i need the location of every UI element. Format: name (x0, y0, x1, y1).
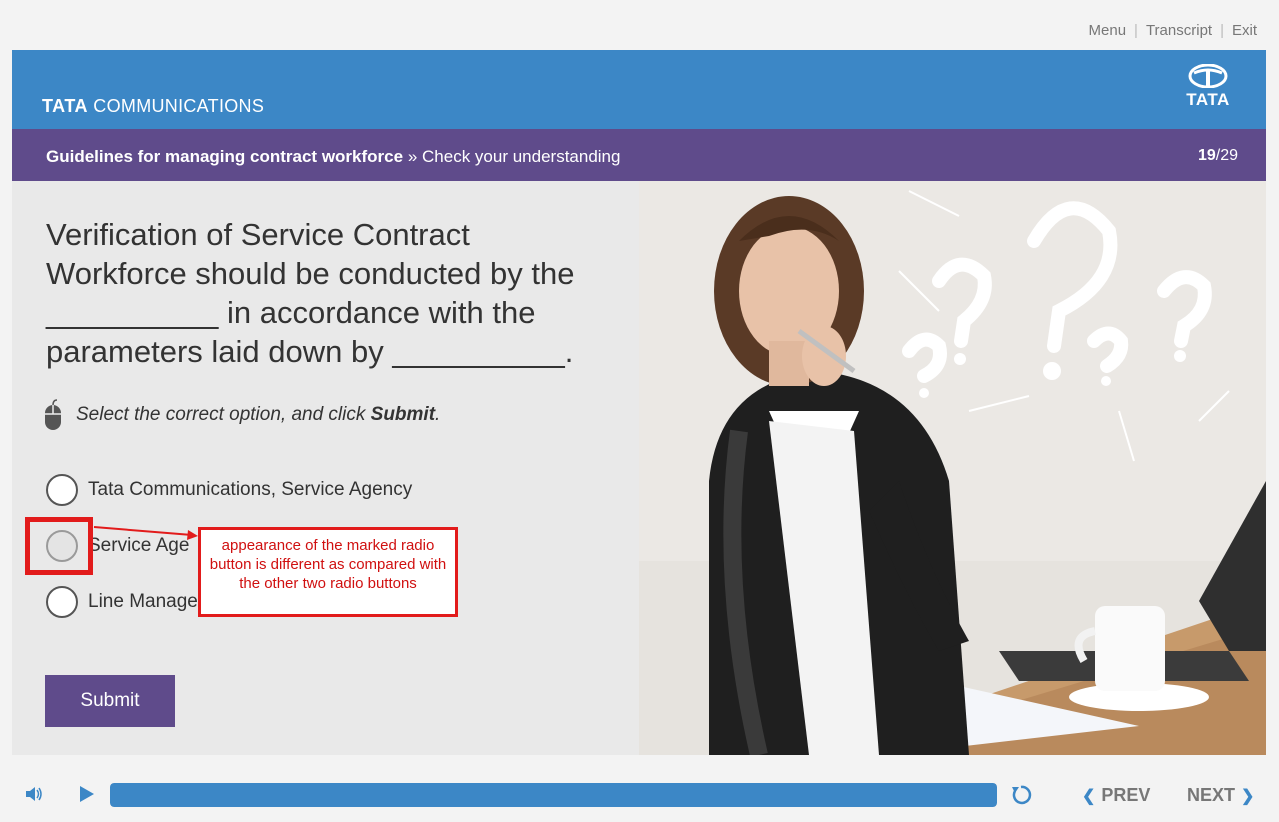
course-header: TATA COMMUNICATIONS TATA (12, 50, 1266, 129)
prev-label: PREV (1101, 785, 1151, 805)
question-panel: Verification of Service Contract Workfor… (12, 181, 639, 755)
breadcrumb-bar: Guidelines for managing contract workfor… (12, 129, 1266, 181)
instruction-emphasis: Submit (370, 404, 436, 425)
nav-separator: | (1220, 22, 1224, 39)
progress-fill (110, 783, 997, 807)
menu-link[interactable]: Menu (1089, 22, 1127, 39)
breadcrumb-course: Guidelines for managing contract workfor… (46, 147, 404, 166)
next-label: NEXT (1187, 785, 1236, 805)
annotation-callout: appearance of the marked radio button is… (198, 527, 458, 617)
chevron-right-icon: ❯ (1241, 787, 1255, 805)
tata-logo-icon (1188, 64, 1228, 88)
logo-text: TATA (1186, 90, 1230, 109)
nav-separator: | (1134, 22, 1138, 39)
transcript-link[interactable]: Transcript (1146, 22, 1212, 39)
page-current: 19 (1197, 147, 1216, 164)
option-label: Line Manage (88, 591, 198, 612)
play-icon[interactable] (78, 784, 96, 804)
replay-icon[interactable] (1010, 784, 1032, 806)
volume-icon[interactable] (24, 784, 44, 804)
question-line: Verification of Service Contract (46, 217, 470, 252)
option-1[interactable]: Tata Communications, Service Agency (46, 474, 412, 506)
player-frame: Menu | Transcript | Exit TATA COMMUNICAT… (0, 0, 1279, 822)
radio-button[interactable] (46, 586, 78, 618)
brand-wordmark: TATA COMMUNICATIONS (42, 96, 264, 117)
option-label: Tata Communications, Service Agency (88, 479, 413, 500)
instruction: Select the correct option, and click Sub… (44, 399, 440, 431)
player-controls: ❮ PREV NEXT ❯ (0, 770, 1279, 822)
thinking-woman-illustration (639, 181, 1266, 755)
breadcrumb-separator: » (407, 147, 418, 166)
page-total: /29 (1215, 147, 1238, 164)
top-nav: Menu | Transcript | Exit (1089, 22, 1257, 39)
tata-logo: TATA (1180, 64, 1236, 114)
annotation-highlight-box (25, 517, 93, 575)
mouse-icon (45, 399, 61, 430)
chevron-left-icon: ❮ (1082, 787, 1096, 805)
brand-rest: COMMUNICATIONS (93, 96, 265, 116)
exit-link[interactable]: Exit (1232, 22, 1257, 39)
option-3[interactable]: Line Manage (46, 586, 198, 618)
progress-bar[interactable] (110, 783, 997, 807)
instruction-end: . (435, 404, 441, 425)
question-text: Verification of Service Contract Workfor… (46, 215, 616, 371)
brand-bold: TATA (42, 96, 88, 116)
question-line: parameters laid down by __________. (46, 334, 574, 369)
illustration-panel (639, 181, 1266, 755)
breadcrumb-section: Check your understanding (422, 147, 621, 166)
prev-button[interactable]: ❮ PREV (1082, 785, 1150, 806)
page-counter: 19/29 (1198, 147, 1238, 165)
submit-button[interactable]: Submit (45, 675, 175, 727)
breadcrumb: Guidelines for managing contract workfor… (46, 147, 620, 167)
next-button[interactable]: NEXT ❯ (1187, 785, 1254, 806)
instruction-text: Select the correct option, and click (76, 404, 366, 425)
radio-button[interactable] (46, 474, 78, 506)
question-line: Workforce should be conducted by the (46, 256, 575, 291)
annotation-arrow (93, 526, 198, 540)
question-line: __________ in accordance with the (46, 295, 536, 330)
